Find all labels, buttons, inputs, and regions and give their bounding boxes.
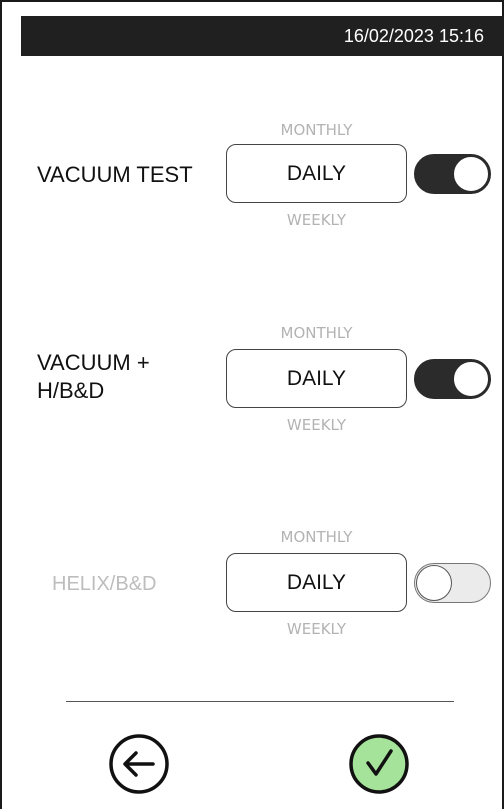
enable-toggle[interactable] bbox=[414, 563, 491, 603]
setting-label-line1: VACUUM + bbox=[37, 350, 150, 375]
setting-row-helix-bd: MONTHLY HELIX/B&D DAILY WEEKLY bbox=[0, 524, 504, 664]
selected-frequency: DAILY bbox=[286, 161, 347, 185]
setting-label: VACUUM TEST bbox=[37, 162, 193, 187]
setting-row-vacuum-hbd: MONTHLY VACUUM + H/B&D DAILY WEEKLY bbox=[0, 320, 504, 460]
option-above[interactable]: MONTHLY bbox=[226, 121, 407, 139]
toggle-knob bbox=[416, 565, 452, 601]
enable-toggle[interactable] bbox=[414, 359, 491, 399]
confirm-button[interactable] bbox=[348, 733, 410, 795]
option-below[interactable]: WEEKLY bbox=[226, 211, 407, 229]
option-below[interactable]: WEEKLY bbox=[226, 416, 407, 434]
setting-row-vacuum-test: MONTHLY VACUUM TEST DAILY WEEKLY bbox=[0, 115, 504, 255]
frequency-selector[interactable]: DAILY bbox=[226, 349, 407, 408]
frequency-selector[interactable]: DAILY bbox=[226, 144, 407, 203]
back-arrow-icon bbox=[109, 734, 169, 794]
selected-frequency: DAILY bbox=[286, 570, 347, 594]
option-above[interactable]: MONTHLY bbox=[226, 324, 407, 342]
back-button[interactable] bbox=[108, 733, 170, 795]
option-above[interactable]: MONTHLY bbox=[226, 528, 407, 546]
toggle-knob bbox=[453, 361, 489, 397]
selected-frequency: DAILY bbox=[286, 366, 347, 390]
setting-label: HELIX/B&D bbox=[52, 573, 157, 595]
footer-divider bbox=[66, 701, 454, 702]
status-bar: 16/02/2023 15:16 bbox=[21, 16, 504, 56]
frequency-selector[interactable]: DAILY bbox=[226, 553, 407, 612]
enable-toggle[interactable] bbox=[414, 154, 491, 194]
datetime-display: 16/02/2023 15:16 bbox=[343, 26, 484, 46]
setting-label-line2: H/B&D bbox=[37, 378, 105, 403]
checkmark-icon bbox=[349, 734, 409, 794]
option-below[interactable]: WEEKLY bbox=[226, 620, 407, 638]
toggle-knob bbox=[453, 156, 489, 192]
